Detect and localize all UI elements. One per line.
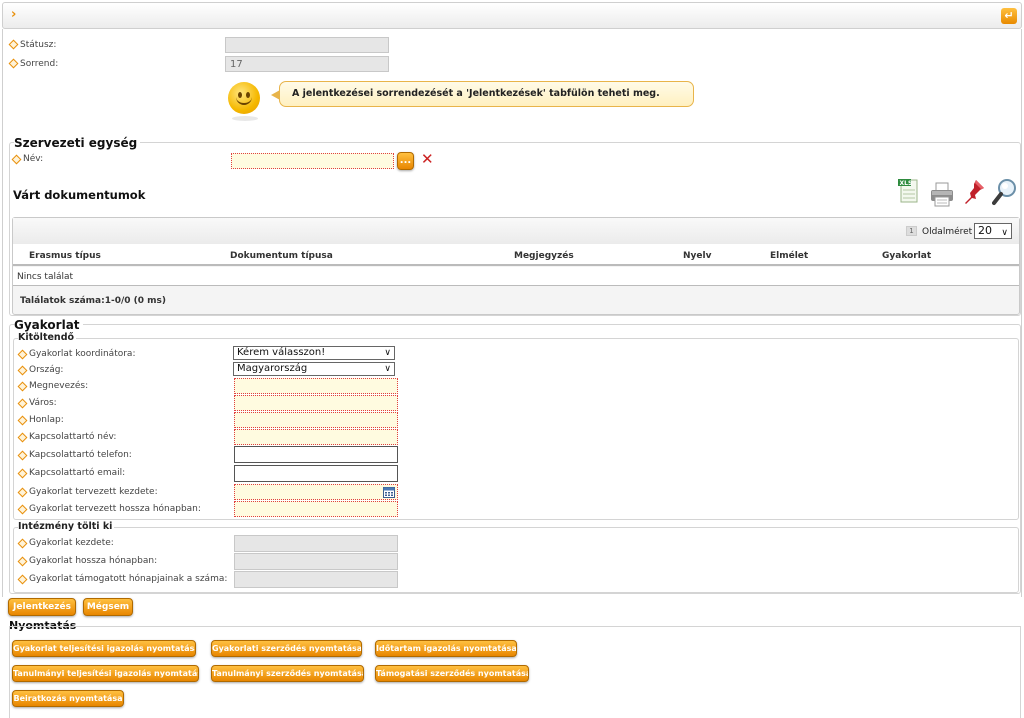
required-marker-icon: [9, 40, 16, 47]
grid-pager: [13, 218, 1019, 244]
contact-phone-input[interactable]: [234, 446, 398, 463]
website-input[interactable]: [234, 412, 398, 428]
col-practice[interactable]: Gyakorlat: [882, 251, 931, 261]
svg-text:XLS: XLS: [900, 180, 913, 187]
print-grant-contract-button[interactable]: Támogatási szerződés nyomtatása: [375, 665, 529, 682]
practice-title: Gyakorlat: [14, 318, 83, 332]
results-count: Találatok száma:1-0/0 (0 ms): [20, 296, 166, 306]
print-duration-button[interactable]: Időtartam igazolás nyomtatása: [375, 640, 517, 657]
smiley-shadow: [232, 116, 258, 121]
coordinator-select[interactable]: Kérem válasszon! ∨: [233, 346, 395, 360]
col-note[interactable]: Megjegyzés: [514, 251, 574, 261]
required-marker-icon: [18, 488, 25, 495]
required-marker-icon: [18, 539, 25, 546]
col-document-type[interactable]: Dokumentum típusa: [230, 251, 333, 261]
col-language[interactable]: Nyelv: [683, 251, 711, 261]
col-erasmus-type[interactable]: Erasmus típus: [29, 251, 101, 261]
city-label: Város:: [29, 398, 57, 408]
page-size-label: Oldalméret: [922, 227, 973, 237]
planned-length-input[interactable]: [234, 501, 398, 517]
contact-email-input[interactable]: [234, 465, 398, 482]
required-marker-icon: [18, 557, 25, 564]
org-name-input[interactable]: [231, 153, 394, 169]
planned-length-label: Gyakorlat tervezett hossza hónapban:: [29, 504, 201, 514]
supported-months-label: Gyakorlat támogatott hónapjainak a száma…: [29, 574, 228, 584]
contact-name-label: Kapcsolattartó név:: [29, 432, 117, 442]
start-field: [234, 535, 398, 552]
search-icon[interactable]: [992, 178, 1016, 205]
clear-icon[interactable]: ✕: [421, 152, 434, 167]
required-marker-icon: [18, 350, 25, 357]
page-size-value: 20: [978, 224, 992, 237]
smiley-icon: [228, 82, 260, 114]
status-field: [225, 37, 389, 53]
contact-email-label: Kapcsolattartó email:: [29, 468, 126, 478]
docs-title: Várt dokumentumok: [13, 188, 146, 202]
empty-text: Nincs találat: [17, 272, 74, 282]
print-study-completion-button[interactable]: Tanulmányi teljesítési igazolás nyomtatá…: [12, 665, 199, 682]
contact-phone-label: Kapcsolattartó telefon:: [29, 450, 132, 460]
print-practice-completion-button[interactable]: Gyakorlat teljesítési igazolás nyomtatás…: [12, 640, 196, 657]
length-label: Gyakorlat hossza hónapban:: [29, 556, 158, 566]
required-marker-icon: [18, 399, 25, 406]
apply-button[interactable]: Jelentkezés: [8, 598, 76, 616]
calendar-icon[interactable]: [383, 487, 395, 498]
order-field: 17: [225, 56, 389, 72]
coordinator-label: Gyakorlat koordinátora:: [29, 349, 136, 359]
required-marker-icon: [18, 469, 25, 476]
required-marker-icon: [18, 416, 25, 423]
order-label: Sorrend:: [20, 59, 59, 69]
excel-export-icon[interactable]: XLS: [898, 178, 922, 203]
col-theory[interactable]: Elmélet: [770, 251, 808, 261]
name-label: Megnevezés:: [29, 381, 89, 391]
start-label: Gyakorlat kezdete:: [29, 538, 114, 548]
expand-arrow-icon[interactable]: ›: [11, 8, 21, 22]
org-title: Szervezeti egység: [14, 136, 141, 150]
required-marker-icon: [18, 382, 25, 389]
org-browse-button[interactable]: ...: [397, 152, 414, 170]
fill-fieldset: [13, 338, 1019, 520]
back-icon[interactable]: ↵: [1001, 8, 1017, 24]
required-marker-icon: [12, 155, 19, 162]
required-marker-icon: [9, 59, 16, 66]
pin-icon[interactable]: [962, 178, 986, 204]
cancel-button[interactable]: Mégsem: [83, 598, 133, 616]
country-value: Magyarország: [237, 363, 308, 374]
required-marker-icon: [18, 505, 25, 512]
contact-name-input[interactable]: [234, 429, 398, 445]
country-label: Ország:: [29, 365, 64, 375]
print-practice-contract-button[interactable]: Gyakorlati szerződés nyomtatása: [211, 640, 362, 657]
institution-title: Intézmény tölti ki: [18, 521, 115, 532]
print-study-contract-button[interactable]: Tanulmányi szerződés nyomtatása: [211, 665, 364, 682]
planned-start-input[interactable]: [234, 484, 398, 500]
coordinator-value: Kérem válasszon!: [237, 347, 326, 358]
pager-page-number[interactable]: 1: [906, 226, 917, 236]
top-bar: › ↵: [2, 2, 1022, 29]
planned-start-label: Gyakorlat tervezett kezdete:: [29, 487, 158, 497]
website-label: Honlap:: [29, 415, 64, 425]
supported-months-field: [234, 571, 398, 588]
print-enrollment-button[interactable]: Beiratkozás nyomtatása: [12, 690, 124, 707]
required-marker-icon: [18, 433, 25, 440]
status-label: Státusz:: [20, 40, 57, 50]
org-name-label: Név:: [23, 154, 44, 164]
page-size-select[interactable]: 20 ∨: [974, 223, 1012, 239]
required-marker-icon: [18, 575, 25, 582]
required-marker-icon: [18, 451, 25, 458]
table-row: [13, 267, 1019, 286]
required-marker-icon: [18, 366, 25, 373]
length-field: [234, 553, 398, 570]
city-input[interactable]: [234, 395, 398, 411]
name-input[interactable]: [234, 378, 398, 394]
country-select[interactable]: Magyarország ∨: [233, 362, 395, 376]
hint-bubble: A jelentkezései sorrendezését a 'Jelentk…: [271, 81, 694, 107]
fill-title: Kitöltendő: [18, 332, 77, 343]
print-icon[interactable]: [930, 182, 954, 207]
